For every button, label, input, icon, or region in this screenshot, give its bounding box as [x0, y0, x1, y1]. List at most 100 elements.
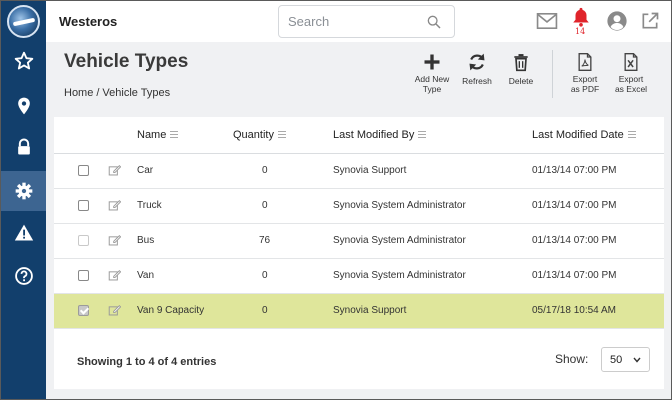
page-size-select[interactable]: 50 [601, 347, 650, 372]
search-box[interactable] [278, 5, 455, 38]
column-header-modified-by[interactable]: Last Modified By [333, 117, 532, 154]
sort-icon [627, 131, 636, 139]
cell-quantity: 0 [231, 153, 333, 189]
row-checkbox-disabled [78, 234, 89, 246]
row-checkbox[interactable] [78, 269, 89, 281]
cell-name: Van 9 Capacity [137, 293, 231, 329]
cell-quantity: 0 [231, 293, 333, 329]
edit-icon[interactable] [108, 304, 122, 317]
sort-icon [418, 131, 427, 139]
column-header-quantity-label: Quantity [233, 128, 274, 141]
export-excel-button[interactable]: Export as Excel [609, 52, 653, 94]
excel-file-icon [624, 53, 638, 71]
sidebar-item-security[interactable] [1, 127, 46, 167]
star-icon [14, 51, 33, 70]
cell-modified-date: 01/13/14 07:00 PM [532, 153, 664, 189]
sort-icon [277, 131, 286, 139]
edit-icon[interactable] [108, 234, 122, 247]
cell-quantity: 76 [231, 223, 333, 259]
gear-icon [15, 182, 32, 200]
cell-quantity: 0 [231, 258, 333, 294]
column-header-quantity[interactable]: Quantity [231, 117, 333, 154]
main-content: Vehicle Types Home / Vehicle Types Add New… [46, 42, 671, 399]
sidebar-item-alerts[interactable] [1, 213, 46, 253]
refresh-icon [469, 53, 485, 71]
notifications-button[interactable] [569, 5, 593, 29]
edit-icon[interactable] [108, 269, 122, 282]
export-pdf-label-line2: as PDF [570, 84, 600, 94]
trash-icon [514, 54, 528, 72]
cell-modified-by: Synovia Support [333, 153, 532, 189]
column-header-modified-by-label: Last Modified By [333, 128, 415, 141]
cell-modified-date: 01/13/14 07:00 PM [532, 258, 664, 294]
table-row-selected[interactable]: Van 9 Capacity 0 Synovia Support 05/17/1… [54, 293, 664, 329]
table-row[interactable]: Car 0 Synovia Support 01/13/14 07:00 PM [54, 153, 664, 189]
toolbar-divider [552, 50, 553, 98]
top-bar: Westeros 14 [46, 1, 671, 42]
breadcrumb: Home / Vehicle Types [64, 87, 173, 99]
chevron-down-icon [633, 357, 641, 363]
edit-icon[interactable] [108, 199, 122, 212]
sidebar-item-favorites[interactable] [1, 41, 46, 81]
search-icon[interactable] [426, 14, 442, 30]
messages-button[interactable] [535, 9, 559, 33]
pdf-file-icon [578, 53, 592, 71]
sidebar-item-help[interactable] [1, 256, 46, 296]
external-link-button[interactable] [638, 9, 662, 33]
app-logo[interactable] [7, 5, 40, 38]
column-header-modified-date-label: Last Modified Date [532, 128, 624, 141]
cell-modified-date: 01/13/14 07:00 PM [532, 223, 664, 259]
column-header-modified-date[interactable]: Last Modified Date [532, 117, 664, 154]
add-new-type-label-line1: Add New [414, 74, 450, 84]
plus-icon [424, 54, 440, 70]
map-pin-icon [17, 97, 30, 115]
user-avatar-icon [607, 11, 627, 31]
table-row[interactable]: Bus 76 Synovia System Administrator 01/1… [54, 223, 664, 259]
refresh-button[interactable]: Refresh [458, 52, 496, 86]
refresh-label: Refresh [462, 76, 492, 86]
cell-name: Van [137, 258, 231, 294]
vehicle-types-table: Name Quantity Last Modified By Last Modi… [54, 117, 664, 329]
cell-modified-by: Synovia System Administrator [333, 223, 532, 259]
breadcrumb-separator: / [96, 87, 100, 99]
breadcrumb-home[interactable]: Home [64, 87, 93, 99]
cell-modified-date: 05/17/18 10:54 AM [532, 293, 664, 329]
search-input[interactable] [288, 14, 418, 29]
bell-icon [573, 7, 589, 27]
cell-quantity: 0 [231, 188, 333, 224]
column-header-name[interactable]: Name [137, 117, 231, 154]
cell-modified-by: Synovia System Administrator [333, 188, 532, 224]
page-title: Vehicle Types [64, 51, 189, 72]
cell-modified-by: Synovia Support [333, 293, 532, 329]
sidebar-item-settings[interactable] [1, 171, 46, 211]
delete-button[interactable]: Delete [503, 52, 539, 86]
warning-icon [14, 224, 33, 241]
table-row[interactable]: Van 0 Synovia System Administrator 01/13… [54, 258, 664, 294]
app-title: Westeros [59, 14, 118, 29]
entries-info: Showing 1 to 4 of 4 entries [77, 356, 217, 368]
help-icon [14, 267, 33, 285]
breadcrumb-current: Vehicle Types [102, 87, 171, 99]
export-pdf-label-line1: Export [572, 74, 598, 84]
column-header-name-label: Name [137, 128, 167, 141]
user-menu-button[interactable] [605, 9, 629, 33]
add-new-type-button[interactable]: Add New Type [410, 52, 454, 94]
delete-label: Delete [508, 76, 534, 86]
sort-icon [170, 131, 179, 139]
cell-modified-date: 01/13/14 07:00 PM [532, 188, 664, 224]
row-checkbox[interactable] [78, 164, 89, 176]
sidebar-item-map[interactable] [1, 86, 46, 126]
export-excel-label-line1: Export [618, 74, 644, 84]
add-new-type-label-line2: Type [422, 84, 442, 94]
table-header-row: Name Quantity Last Modified By Last Modi… [54, 117, 664, 154]
edit-icon[interactable] [108, 164, 122, 177]
mail-icon [536, 12, 558, 30]
app-window: Westeros 14 Vehicle Types Home/Vehicle T… [0, 0, 672, 400]
row-checkbox-checked[interactable] [78, 304, 89, 316]
external-link-icon [642, 12, 659, 29]
table-row[interactable]: Truck 0 Synovia System Administrator 01/… [54, 188, 664, 224]
cell-name: Car [137, 153, 231, 189]
cell-name: Truck [137, 188, 231, 224]
export-pdf-button[interactable]: Export as PDF [564, 52, 606, 94]
row-checkbox[interactable] [78, 199, 89, 211]
